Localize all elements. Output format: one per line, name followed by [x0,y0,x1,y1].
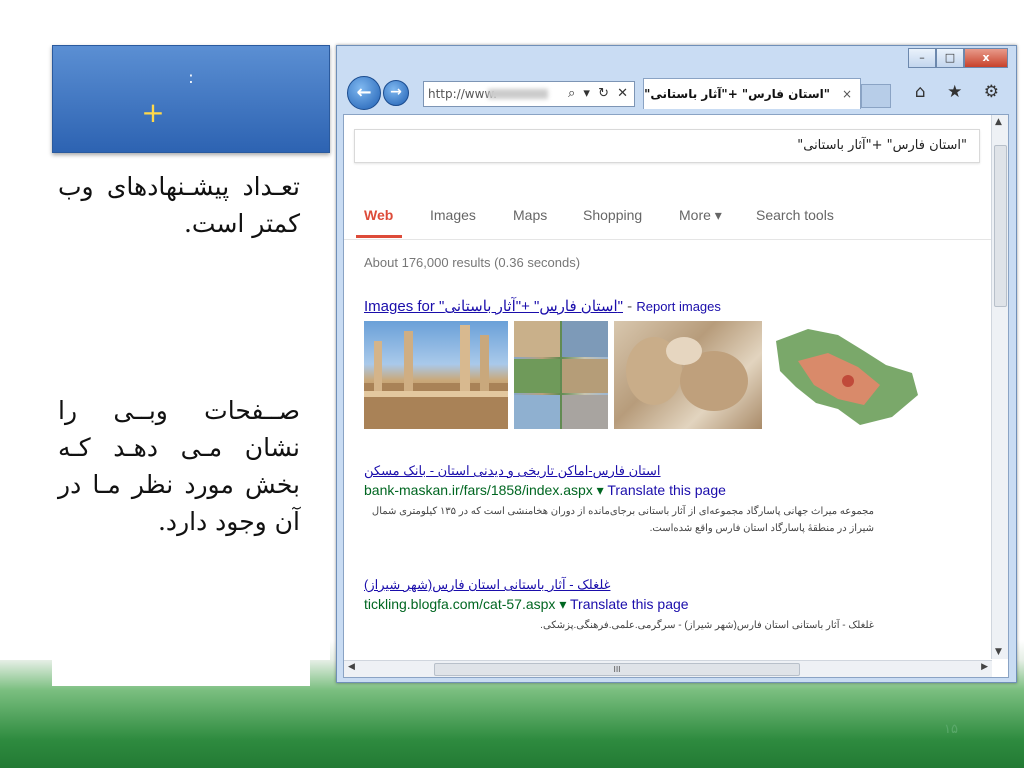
address-bar[interactable]: http://www. ⌕ ▾ ↻ ✕ [423,81,635,107]
search-tabs: Web Images Maps Shopping More ▾ Search t… [356,207,984,238]
result-title-link[interactable]: غلغلک - آثار باستانی استان فارس(شهر شیرا… [364,577,984,593]
search-result: غلغلک - آثار باستانی استان فارس(شهر شیرا… [364,577,984,634]
image-thumbnail-collage[interactable] [514,321,608,429]
scroll-up-icon[interactable]: ▲ [995,117,1002,127]
tab-more[interactable]: More ▾ [679,207,722,224]
minimize-button[interactable]: – [908,48,936,68]
slide-paragraph-1: تعـداد پیشـنهادهای وب کمتر است. [58,172,300,238]
scroll-left-icon[interactable]: ◀ [348,662,355,672]
scroll-right-icon[interactable]: ▶ [981,662,988,672]
title-colon: : [188,68,194,87]
page-content: "استان فارس" +"آثار باستانی" Web Images … [343,114,1009,678]
image-thumbnail-map[interactable] [768,321,922,429]
tab-search-tools[interactable]: Search tools [756,207,834,223]
result-url-text[interactable]: tickling.blogfa.com/cat-57.aspx [364,596,555,612]
scroll-down-icon[interactable]: ▼ [995,647,1002,657]
image-thumbnail-persepolis[interactable] [364,321,508,429]
tab-shopping[interactable]: Shopping [583,207,642,223]
tab-web[interactable]: Web [364,207,393,223]
result-url: bank-maskan.ir/fars/1858/index.aspx ▾ Tr… [364,482,726,498]
translate-link[interactable]: Translate this page [570,596,689,612]
result-title-link[interactable]: استان فارس-اماکن تاریخی و دیدنی استان - … [364,463,984,479]
translate-link[interactable]: Translate this page [607,482,726,498]
search-query-text: "استان فارس" +"آثار باستانی" [797,138,967,153]
report-images-link[interactable]: Report images [636,299,721,314]
title-plus: + [141,96,165,129]
slide-title-box: : + [52,45,330,153]
slide-text-panel: تعـداد پیشـنهادهای وب کمتر است. صــفحات … [52,160,310,686]
result-url: tickling.blogfa.com/cat-57.aspx ▾ Transl… [364,596,689,612]
result-url-text[interactable]: bank-maskan.ir/fars/1858/index.aspx [364,482,593,498]
browser-window: – □ x ← → http://www. ⌕ ▾ ↻ ✕ "استان فار… [336,45,1017,683]
address-url: http://www. [428,87,497,101]
search-input[interactable]: "استان فارس" +"آثار باستانی" [354,129,980,163]
result-stats: About 176,000 results (0.36 seconds) [364,255,581,270]
tab-maps[interactable]: Maps [513,207,547,223]
address-tools-icons[interactable]: ⌕ ▾ ↻ ✕ [568,82,630,106]
new-tab-button[interactable] [861,84,891,108]
image-thumbnail-relief[interactable] [614,321,762,429]
window-controls: – □ x [908,48,1008,68]
search-result: استان فارس-اماکن تاریخی و دیدنی استان - … [364,463,984,537]
maximize-button[interactable]: □ [936,48,964,68]
tab-search[interactable]: "استان فارس" +"آثار باستانی" × [643,78,861,109]
active-tab-underline [356,235,402,238]
navigation-bar: ← → http://www. ⌕ ▾ ↻ ✕ "استان فارس" +"آ… [343,74,1007,112]
redacted-url-blur [488,89,548,99]
back-button[interactable]: ← [347,76,381,110]
slide-page-number: ۱۵ [944,722,958,737]
tabs-divider [344,239,992,240]
toolbar-icons-home-favorites-settings[interactable]: ⌂ ★ ⚙ [915,82,1007,102]
scroll-thumb[interactable] [994,145,1007,307]
tab-title: "استان فارس" +"آثار باستانی" [644,87,830,101]
images-header: Images for "استان فارس" +"آثار باستانی" … [364,297,721,315]
hscroll-thumb[interactable]: III [434,663,800,676]
tab-close-icon[interactable]: × [842,79,852,109]
vertical-scrollbar[interactable]: ▲ ▼ [991,115,1008,659]
slide-paragraph-2: صــفحات وبــی را نشان مـی دهـد کـه بخش م… [58,396,300,536]
forward-button[interactable]: → [383,80,409,106]
result-snippet: مجموعه میراث جهانی پاسارگاد مجموعه‌ای از… [371,506,874,534]
images-for-link[interactable]: Images for "استان فارس" +"آثار باستانی" [364,298,623,315]
close-button[interactable]: x [964,48,1008,68]
result-snippet: غلغلک - آثار باستانی استان فارس(شهر شیرا… [540,620,874,631]
horizontal-scrollbar[interactable]: ◀ III ▶ [344,660,992,677]
images-header-separator: - [623,298,637,315]
tab-images[interactable]: Images [430,207,476,223]
